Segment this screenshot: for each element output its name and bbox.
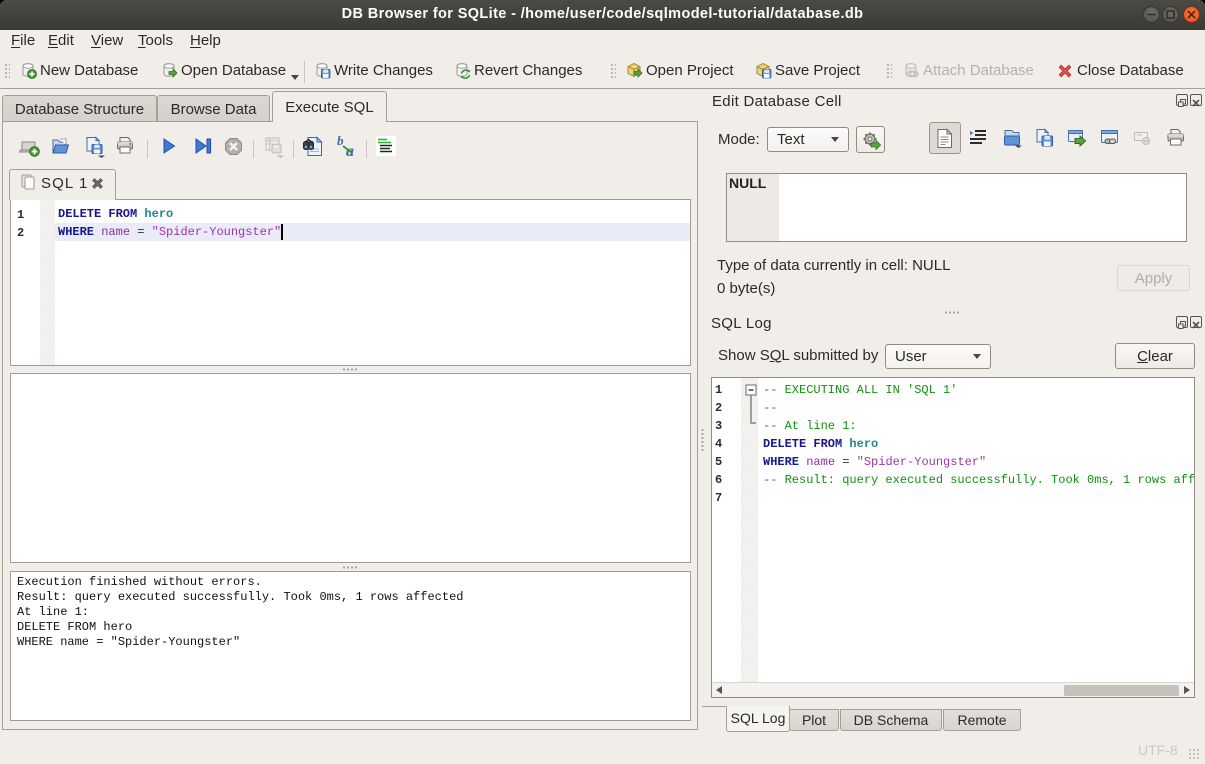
svg-text:b: b bbox=[337, 134, 344, 148]
